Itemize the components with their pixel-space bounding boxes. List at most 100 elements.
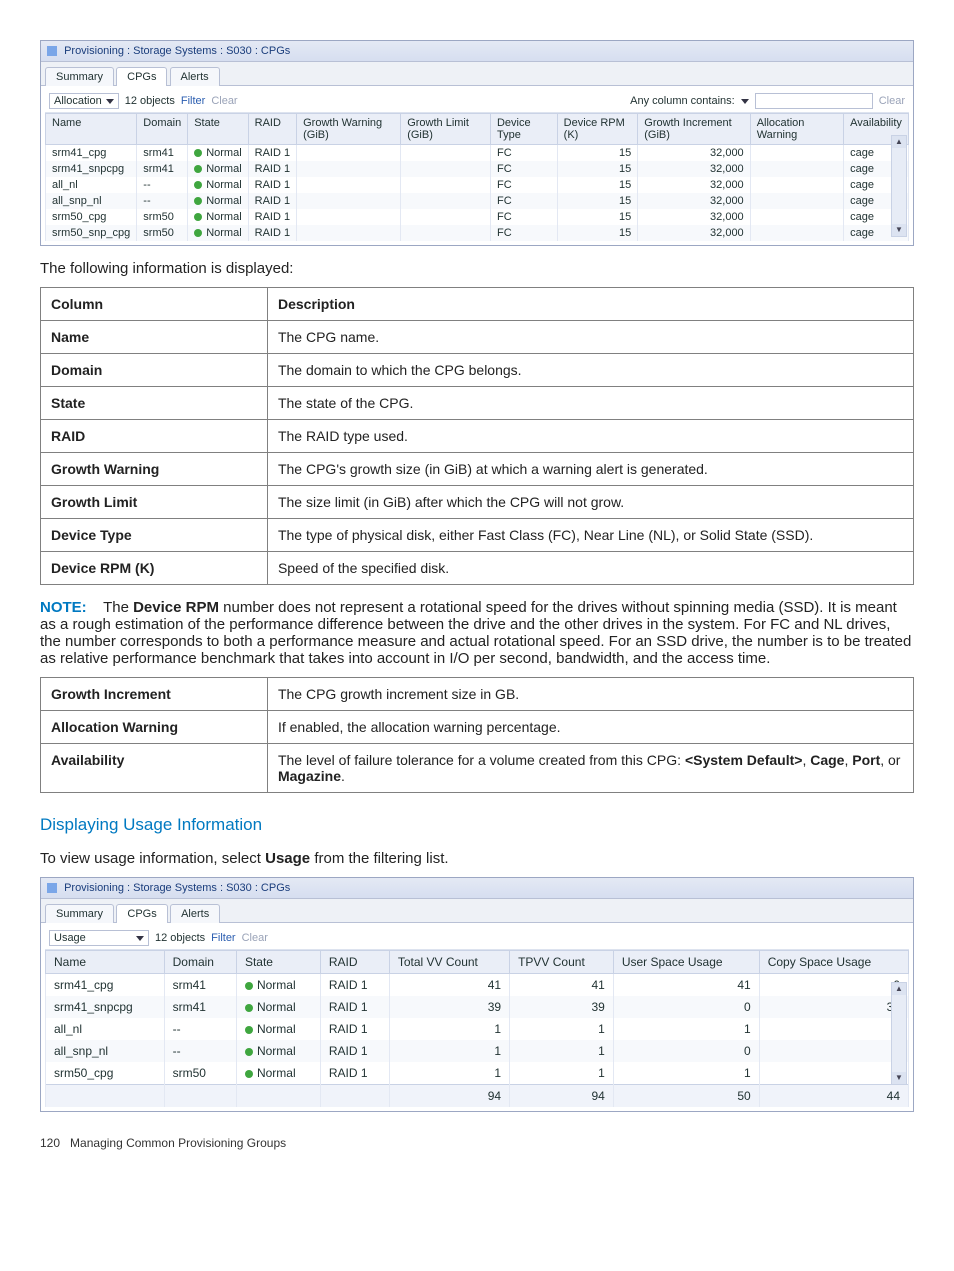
lead-prefix: To view usage information, select xyxy=(40,850,265,867)
cell-device-type: FC xyxy=(490,193,557,209)
tab-summary[interactable]: Summary xyxy=(45,904,114,923)
view-dropdown[interactable]: Allocation xyxy=(49,93,119,109)
def-name: Growth Limit xyxy=(41,486,268,519)
cell-growth-increment: 32,000 xyxy=(638,193,750,209)
col-raid[interactable]: RAID xyxy=(320,951,389,974)
cell-state: Normal xyxy=(188,177,248,193)
cell-state: Normal xyxy=(188,209,248,225)
total-csu: 44 xyxy=(759,1085,908,1108)
tab-cpgs[interactable]: CPGs xyxy=(116,67,167,86)
cell-device-type: FC xyxy=(490,145,557,162)
cell-user-space: 41 xyxy=(613,974,759,997)
cell-allocation-warning xyxy=(750,193,843,209)
col-name[interactable]: Name xyxy=(46,951,165,974)
table-row[interactable]: all_snp_nl--NormalRAID 11101 xyxy=(46,1040,909,1062)
cell-name: srm41_snpcpg xyxy=(46,996,165,1018)
cell-device-type: FC xyxy=(490,177,557,193)
tab-summary[interactable]: Summary xyxy=(45,67,114,86)
definition-row: Growth WarningThe CPG's growth size (in … xyxy=(41,453,914,486)
chevron-down-icon[interactable] xyxy=(741,99,749,104)
col-name[interactable]: Name xyxy=(46,114,137,145)
cell-state: Normal xyxy=(188,145,248,162)
col-domain[interactable]: Domain xyxy=(137,114,188,145)
col-state[interactable]: State xyxy=(188,114,248,145)
cell-domain: srm50 xyxy=(164,1062,236,1085)
table-row[interactable]: srm50_cpgsrm50NormalRAID 1FC1532,000cage xyxy=(46,209,909,225)
vertical-scrollbar[interactable]: ▲ ▼ xyxy=(891,982,907,1085)
cell-state: Normal xyxy=(236,1062,320,1085)
cell-name: srm41_cpg xyxy=(46,974,165,997)
lead-suffix: from the filtering list. xyxy=(310,850,448,867)
col-growth-warning[interactable]: Growth Warning (GiB) xyxy=(297,114,401,145)
col-raid[interactable]: RAID xyxy=(248,114,296,145)
cell-name: all_snp_nl xyxy=(46,1040,165,1062)
col-device-rpm[interactable]: Device RPM (K) xyxy=(557,114,638,145)
cell-device-type: FC xyxy=(490,209,557,225)
def-desc: The domain to which the CPG belongs. xyxy=(267,354,913,387)
def-desc: The CPG name. xyxy=(267,321,913,354)
status-dot-icon xyxy=(194,213,202,221)
col-tpvv[interactable]: TPVV Count xyxy=(510,951,614,974)
table-row[interactable]: srm41_cpgsrm41NormalRAID 1FC1532,000cage xyxy=(46,145,909,162)
table-row[interactable]: srm50_cpgsrm50NormalRAID 11110 xyxy=(46,1062,909,1085)
cell-rpm: 15 xyxy=(557,193,638,209)
cell-raid: RAID 1 xyxy=(248,193,296,209)
chevron-down-icon xyxy=(106,99,114,104)
col-growth-limit[interactable]: Growth Limit (GiB) xyxy=(401,114,491,145)
scroll-up-icon[interactable]: ▲ xyxy=(892,983,906,995)
definition-row: RAIDThe RAID type used. xyxy=(41,420,914,453)
filter-link[interactable]: Filter xyxy=(211,932,235,944)
tab-alerts[interactable]: Alerts xyxy=(170,67,220,86)
cell-total-vv: 1 xyxy=(389,1062,509,1085)
toolbar: Usage 12 objects Filter Clear xyxy=(45,927,909,950)
cell-state: Normal xyxy=(236,996,320,1018)
col-user-space[interactable]: User Space Usage xyxy=(613,951,759,974)
col-total-vv[interactable]: Total VV Count xyxy=(389,951,509,974)
table-row[interactable]: srm41_snpcpgsrm41NormalRAID 1FC1532,000c… xyxy=(46,161,909,177)
view-dropdown[interactable]: Usage xyxy=(49,930,149,946)
cell-name: srm50_cpg xyxy=(46,1062,165,1085)
scroll-up-icon[interactable]: ▲ xyxy=(892,136,906,148)
cell-tpvv: 39 xyxy=(510,996,614,1018)
clear-link[interactable]: Clear xyxy=(211,95,237,107)
def-desc: The state of the CPG. xyxy=(267,387,913,420)
table-row[interactable]: srm41_snpcpgsrm41NormalRAID 13939039 xyxy=(46,996,909,1018)
tab-alerts[interactable]: Alerts xyxy=(170,904,220,923)
search-input[interactable] xyxy=(755,93,873,109)
table-row[interactable]: all_snp_nl--NormalRAID 1FC1532,000cage xyxy=(46,193,909,209)
table-row[interactable]: srm50_snp_cpgsrm50NormalRAID 1FC1532,000… xyxy=(46,225,909,241)
cell-domain: srm41 xyxy=(164,996,236,1018)
col-domain[interactable]: Domain xyxy=(164,951,236,974)
filter-link[interactable]: Filter xyxy=(181,95,205,107)
clear-search-link[interactable]: Clear xyxy=(879,95,905,107)
col-copy-space[interactable]: Copy Space Usage xyxy=(759,951,908,974)
definition-row: Growth IncrementThe CPG growth increment… xyxy=(41,678,914,711)
col-device-type[interactable]: Device Type xyxy=(490,114,557,145)
scroll-down-icon[interactable]: ▼ xyxy=(892,224,906,236)
cell-raid: RAID 1 xyxy=(320,974,389,997)
vertical-scrollbar[interactable]: ▲ ▼ xyxy=(891,135,907,237)
cell-domain: -- xyxy=(137,193,188,209)
col-state[interactable]: State xyxy=(236,951,320,974)
defs-head-column: Column xyxy=(41,288,268,321)
table-row[interactable]: srm41_cpgsrm41NormalRAID 14141410 xyxy=(46,974,909,997)
tab-cpgs[interactable]: CPGs xyxy=(116,904,167,923)
cell-total-vv: 39 xyxy=(389,996,509,1018)
cell-raid: RAID 1 xyxy=(320,1062,389,1085)
scroll-down-icon[interactable]: ▼ xyxy=(892,1072,906,1084)
col-allocation-warning[interactable]: Allocation Warning xyxy=(750,114,843,145)
cell-allocation-warning xyxy=(750,161,843,177)
toolbar: Allocation 12 objects Filter Clear Any c… xyxy=(45,90,909,113)
def-desc: If enabled, the allocation warning perce… xyxy=(267,711,913,744)
app-icon xyxy=(47,883,57,893)
cell-domain: srm41 xyxy=(164,974,236,997)
clear-link[interactable]: Clear xyxy=(242,932,268,944)
cpgs-grid: Name Domain State RAID Growth Warning (G… xyxy=(45,113,909,241)
tab-strip: Summary CPGs Alerts xyxy=(41,899,913,922)
cell-state: Normal xyxy=(236,1018,320,1040)
table-row[interactable]: all_nl--NormalRAID 11110 xyxy=(46,1018,909,1040)
table-row[interactable]: all_nl--NormalRAID 1FC1532,000cage xyxy=(46,177,909,193)
col-growth-increment[interactable]: Growth Increment (GiB) xyxy=(638,114,750,145)
cell-growth-limit xyxy=(401,225,491,241)
cell-growth-warning xyxy=(297,161,401,177)
